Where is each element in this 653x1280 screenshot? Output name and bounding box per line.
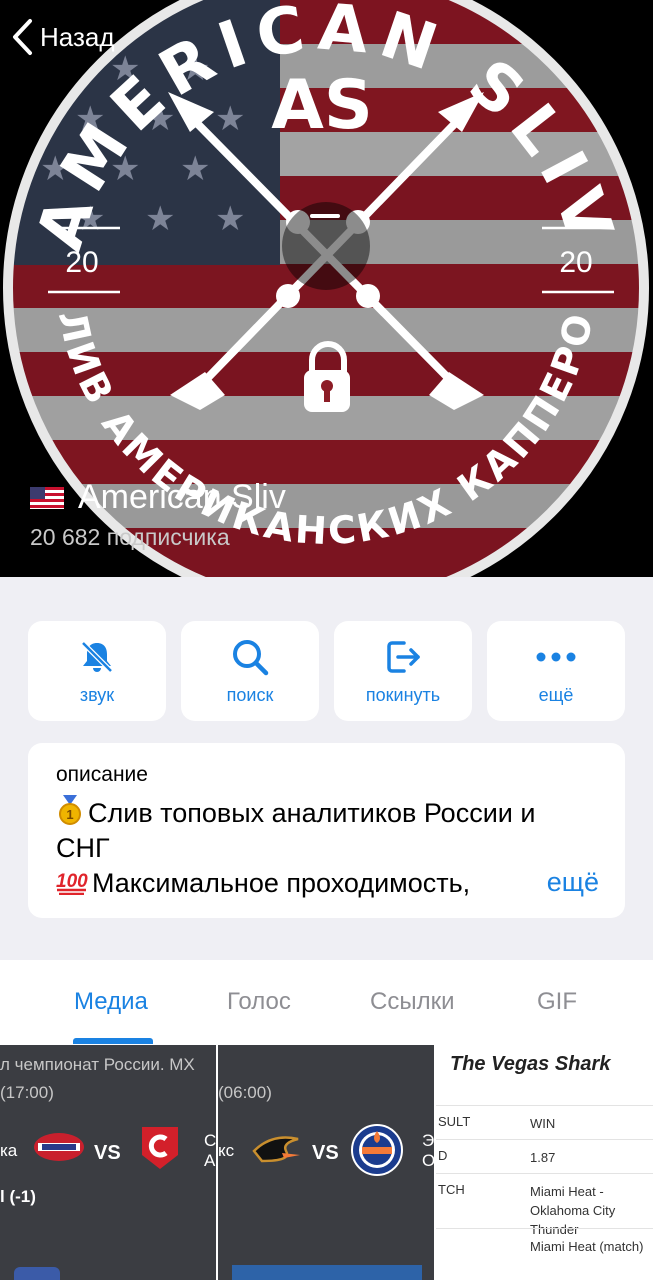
media-thumbnail[interactable]: (06:00) кс VS Э О (218, 1045, 434, 1280)
bet-row-key: D (438, 1148, 448, 1163)
description-title: описание (56, 763, 148, 786)
mute-label: звук (79, 684, 115, 705)
svg-text:★: ★ (145, 200, 175, 238)
match-time: (17:00) (0, 1083, 54, 1102)
description-card: описание 1 Слив топовых аналитиков Росси… (28, 743, 625, 918)
search-label: поиск (226, 684, 274, 705)
leave-button[interactable]: покинуть (334, 621, 472, 721)
search-button[interactable]: поиск (181, 621, 319, 721)
description-line-2: СНГ (56, 833, 110, 863)
bet-row-value: Miami Heat (match) (530, 1239, 644, 1254)
svg-text:★: ★ (215, 100, 245, 138)
bet-card-title: The Vegas Shark (450, 1053, 611, 1075)
hundred-points-icon: 100 (56, 871, 88, 895)
media-tabs: Медиа Голос Ссылки GIF (0, 960, 653, 1045)
svg-text:★: ★ (180, 150, 210, 188)
medal-icon: 1 (59, 795, 81, 825)
bet-row-value: WIN (530, 1116, 556, 1131)
vs-label: VS (94, 1142, 121, 1164)
back-button[interactable]: Назад (10, 18, 115, 56)
handicap-label: l (-1) (0, 1187, 36, 1206)
svg-text:AS: AS (271, 66, 373, 145)
svg-text:20: 20 (65, 246, 98, 279)
leave-icon (384, 637, 422, 677)
bell-muted-icon (79, 637, 115, 677)
leave-label: покинуть (365, 684, 441, 705)
description-line-3: Максимальное проходимость, (92, 868, 471, 898)
channel-header: ★★★ ★★★ ★★★ ★★★ AMERICAN SLIV СЛИВ АМЕРИ… (0, 0, 653, 577)
action-bar: звук поиск покинуть ещё (28, 621, 625, 721)
bet-row-key: SULT (438, 1114, 471, 1129)
bet-row-key: TCH (438, 1182, 465, 1197)
us-flag-icon (30, 486, 64, 509)
description-line: 1 Слив топовых аналитиков России и (56, 795, 597, 831)
team-right-abbr2: О (422, 1151, 434, 1170)
bet-row: SULT WIN (436, 1105, 653, 1140)
tab-voice[interactable]: Голос (227, 988, 291, 1016)
tab-links[interactable]: Ссылки (370, 988, 455, 1016)
ducks-logo (252, 1136, 300, 1163)
svg-text:★: ★ (215, 200, 245, 238)
partial-strip (232, 1265, 422, 1280)
bet-row: D 1.87 (436, 1139, 653, 1174)
team-right-abbr2: А (204, 1151, 216, 1170)
tab-media[interactable]: Медиа (74, 988, 148, 1016)
media-thumbnail[interactable]: The Vegas Shark SULT WIN D 1.87 TCH Miam… (436, 1045, 653, 1280)
bet-row-value: 1.87 (530, 1150, 556, 1165)
active-tab-indicator (73, 1038, 153, 1044)
bet-row: Miami Heat (match) (436, 1228, 653, 1280)
media-thumbnail[interactable]: л чемпионат России. МХ (17:00) ка VS С А… (0, 1045, 216, 1280)
team-logo-left (34, 1133, 84, 1161)
match-time: (06:00) (218, 1083, 272, 1102)
back-label: Назад (40, 21, 115, 52)
description-line: 100 Максимальное проходимость, (56, 866, 506, 901)
match-title: л чемпионат России. МХ (0, 1055, 195, 1074)
channel-name: American Sliv (78, 478, 286, 516)
bet-row: TCH Miami Heat - Oklahoma City Thunder (436, 1173, 653, 1237)
media-grid: л чемпионат России. МХ (17:00) ка VS С А… (0, 1045, 653, 1280)
search-icon (231, 637, 269, 677)
more-label: ещё (538, 684, 574, 705)
subscriber-count: 20 682 подписчика (30, 524, 230, 550)
tab-gif[interactable]: GIF (537, 988, 577, 1016)
team-logo-right (142, 1127, 178, 1169)
svg-text:1: 1 (66, 807, 73, 822)
description-line-1: Слив топовых аналитиков России и (88, 798, 536, 828)
chevron-left-icon (13, 19, 32, 55)
more-button[interactable]: ещё (487, 621, 625, 721)
mute-button[interactable]: звук (28, 621, 166, 721)
svg-text:20: 20 (559, 246, 592, 279)
partial-logo (14, 1267, 60, 1280)
team-right-abbr: С (204, 1131, 216, 1150)
team-left: кс (218, 1141, 235, 1160)
more-dots-icon (536, 637, 576, 677)
channel-title: American Sliv (30, 478, 286, 517)
team-right-abbr: Э (422, 1131, 434, 1150)
team-left: ка (0, 1141, 18, 1160)
oilers-logo (351, 1124, 403, 1176)
description-more-link[interactable]: ещё (506, 867, 599, 898)
vs-label: VS (312, 1142, 339, 1164)
